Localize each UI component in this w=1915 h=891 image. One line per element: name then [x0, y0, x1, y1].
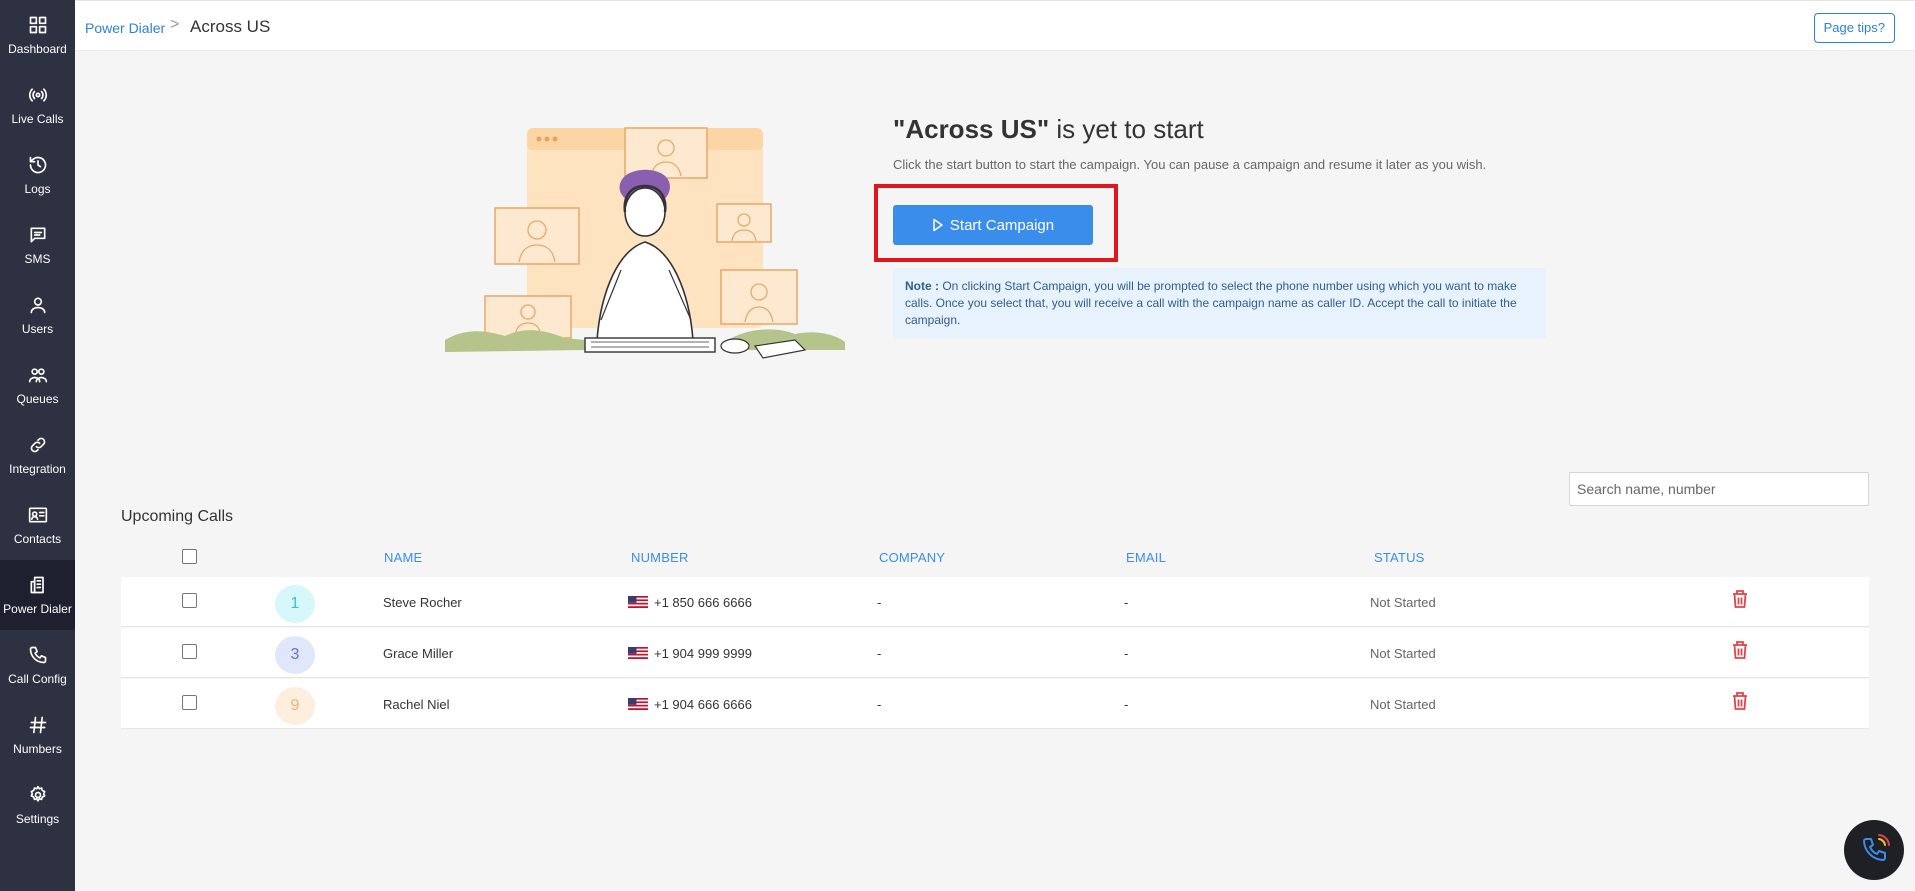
campaign-instructions: Click the start button to start the camp… [893, 157, 1487, 172]
sidebar-item-label: Integration [9, 462, 66, 476]
contact-email: - [1124, 696, 1129, 712]
contact-card-icon [27, 504, 49, 526]
sidebar-item-sms[interactable]: SMS [0, 210, 75, 280]
sidebar: Dashboard Live Calls Logs SMS Users Queu… [0, 0, 75, 891]
sidebar-item-label: Call Config [8, 672, 67, 686]
contact-name: Grace Miller [383, 645, 454, 661]
table-row[interactable]: 3 Grace Miller +1 904 999 9999 - - Not S… [121, 628, 1869, 678]
row-checkbox[interactable] [182, 644, 197, 659]
avatar: 3 [275, 636, 315, 674]
start-campaign-label: Start Campaign [949, 216, 1055, 234]
breadcrumb-parent-link[interactable]: Power Dialer [85, 20, 165, 36]
call-status: Not Started [1370, 594, 1436, 610]
column-header-email[interactable]: EMAIL [1126, 550, 1166, 565]
contact-email: - [1124, 594, 1129, 610]
phone-number-text: +1 904 999 9999 [654, 645, 752, 661]
contact-company: - [877, 696, 882, 712]
delete-row-button[interactable] [1731, 691, 1751, 713]
sidebar-item-label: Dashboard [8, 42, 67, 56]
message-icon [27, 224, 49, 246]
info-note: Note : On clicking Start Campaign, you w… [893, 268, 1546, 338]
sidebar-item-label: Contacts [13, 532, 62, 546]
upcoming-calls-title: Upcoming Calls [121, 508, 234, 525]
avatar: 9 [275, 687, 315, 725]
history-icon [27, 154, 49, 176]
hash-icon [27, 714, 49, 736]
contact-number: +1 850 666 6666 [628, 577, 752, 627]
start-campaign-button[interactable]: Start Campaign [893, 205, 1093, 245]
campaign-illustration [445, 127, 845, 359]
contact-name: Steve Rocher [383, 594, 462, 610]
phone-number-text: +1 850 666 6666 [654, 594, 752, 610]
page-tips-button[interactable]: Page tips? [1813, 13, 1895, 43]
grid-icon [27, 14, 49, 36]
play-icon [933, 218, 943, 232]
sidebar-item-queues[interactable]: Queues [0, 350, 75, 420]
gear-icon [27, 784, 49, 806]
sidebar-item-label: Numbers [13, 742, 62, 756]
link-icon [27, 434, 49, 456]
campaign-status-text: is yet to start [1049, 114, 1204, 144]
contact-name: Rachel Niel [383, 696, 450, 712]
contact-number: +1 904 999 9999 [628, 628, 752, 678]
column-header-number[interactable]: NUMBER [631, 550, 689, 565]
sidebar-item-logs[interactable]: Logs [0, 140, 75, 210]
trash-icon [1733, 641, 1747, 659]
sidebar-item-contacts[interactable]: Contacts [0, 490, 75, 560]
search-input[interactable] [1569, 472, 1869, 506]
contact-email: - [1124, 645, 1129, 661]
phone-icon [27, 644, 49, 666]
row-checkbox[interactable] [182, 695, 197, 710]
column-header-status[interactable]: STATUS [1374, 550, 1425, 565]
note-label: Note : [905, 279, 939, 293]
us-flag-icon [628, 698, 648, 710]
campaign-title: "Across US" is yet to start [893, 114, 1204, 145]
sidebar-item-label: SMS [24, 252, 51, 266]
sidebar-item-integration[interactable]: Integration [0, 420, 75, 490]
phone-call-icon [1863, 834, 1890, 861]
table-row[interactable]: 1 Steve Rocher +1 850 666 6666 - - Not S… [121, 577, 1869, 627]
us-flag-icon [628, 647, 648, 659]
column-header-name[interactable]: NAME [384, 550, 422, 565]
sidebar-item-label: Users [21, 322, 54, 336]
sidebar-item-users[interactable]: Users [0, 280, 75, 350]
sidebar-item-numbers[interactable]: Numbers [0, 700, 75, 770]
user-icon [27, 294, 49, 316]
row-checkbox[interactable] [182, 593, 197, 608]
campaign-name: "Across US" [893, 114, 1050, 144]
us-flag-icon [628, 596, 648, 608]
sidebar-item-label: Logs [24, 182, 51, 196]
phone-building-icon [27, 574, 49, 596]
note-text: On clicking Start Campaign, you will be … [905, 279, 1517, 327]
sidebar-item-dashboard[interactable]: Dashboard [0, 0, 75, 70]
sidebar-item-settings[interactable]: Settings [0, 770, 75, 840]
sidebar-item-live-calls[interactable]: Live Calls [0, 70, 75, 140]
call-status: Not Started [1370, 645, 1436, 661]
column-header-company[interactable]: COMPANY [879, 550, 945, 565]
contact-number: +1 904 666 6666 [628, 679, 752, 729]
sidebar-item-call-config[interactable]: Call Config [0, 630, 75, 700]
sidebar-item-label: Power Dialer [3, 602, 72, 616]
breadcrumb-current: Across US [190, 17, 271, 36]
breadcrumb-separator: > [170, 16, 180, 33]
avatar: 1 [275, 585, 315, 623]
trash-icon [1733, 692, 1747, 710]
delete-row-button[interactable] [1731, 589, 1751, 611]
users-group-icon [27, 364, 49, 386]
sidebar-item-label: Live Calls [11, 112, 64, 126]
delete-row-button[interactable] [1731, 640, 1751, 662]
floating-phone-button[interactable] [1844, 820, 1904, 880]
phone-number-text: +1 904 666 6666 [654, 696, 752, 712]
sidebar-item-label: Settings [15, 812, 60, 826]
contact-company: - [877, 594, 882, 610]
select-all-checkbox[interactable] [182, 549, 197, 564]
broadcast-icon [27, 84, 49, 106]
trash-icon [1733, 590, 1747, 608]
contact-company: - [877, 645, 882, 661]
sidebar-item-power-dialer[interactable]: Power Dialer [0, 560, 75, 630]
sidebar-item-label: Queues [16, 392, 59, 406]
table-row[interactable]: 9 Rachel Niel +1 904 666 6666 - - Not St… [121, 679, 1869, 729]
call-status: Not Started [1370, 696, 1436, 712]
top-header: Power Dialer > Across US Page tips? [75, 0, 1915, 51]
